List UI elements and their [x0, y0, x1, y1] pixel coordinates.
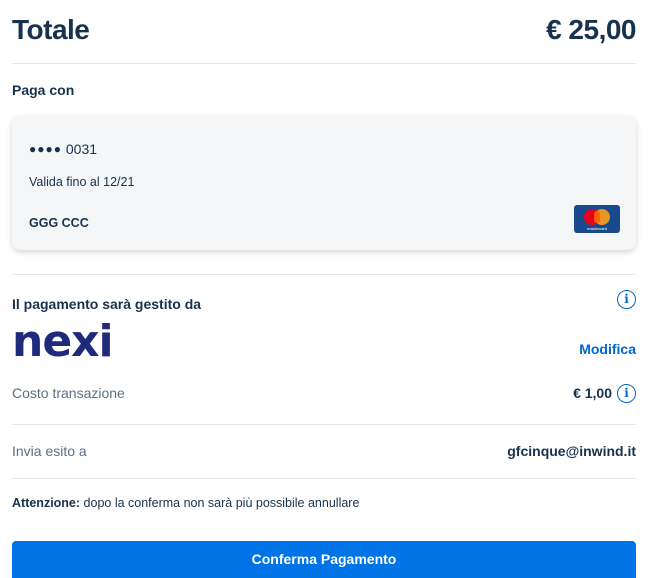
receipt-email: gfcinque@inwind.it — [507, 443, 636, 459]
divider — [12, 274, 636, 275]
pay-with-heading: Paga con — [12, 82, 75, 98]
total-label: Totale — [12, 14, 90, 45]
card-masked-dots: ●●●● — [29, 142, 62, 156]
fee-info-icon[interactable]: i — [617, 384, 636, 403]
edit-gateway-link[interactable]: Modifica — [579, 341, 636, 357]
confirm-payment-button[interactable]: Conferma Pagamento — [12, 541, 636, 578]
card-expiry: Valida fino al 12/21 — [29, 175, 135, 189]
divider — [12, 478, 636, 479]
warning-text: dopo la conferma non sarà più possibile … — [80, 496, 360, 510]
cancel-warning: Attenzione: dopo la conferma non sarà pi… — [12, 496, 359, 510]
card-holder: GGG CCC — [29, 216, 89, 230]
payment-card[interactable]: ●●●● 0031 Valida fino al 12/21 GGG CCC m… — [12, 116, 636, 250]
fee-value: € 1,00 — [573, 385, 612, 401]
receipt-label: Invia esito a — [12, 443, 87, 459]
card-number: ●●●● 0031 — [29, 141, 97, 157]
divider — [12, 63, 636, 64]
total-amount: € 25,00 — [546, 14, 636, 45]
nexi-logo: nexi — [12, 316, 114, 367]
fee-label: Costo transazione — [12, 385, 125, 401]
info-icon[interactable]: i — [617, 290, 636, 309]
mastercard-logo-text: mastercard — [586, 226, 607, 231]
gateway-heading: Il pagamento sarà gestito da — [12, 296, 202, 312]
divider — [12, 424, 636, 425]
total-row: Totale € 25,00 — [12, 10, 636, 50]
card-last4: 0031 — [65, 141, 98, 157]
warning-bold: Attenzione: — [12, 496, 81, 510]
mastercard-icon: mastercard — [574, 205, 620, 233]
